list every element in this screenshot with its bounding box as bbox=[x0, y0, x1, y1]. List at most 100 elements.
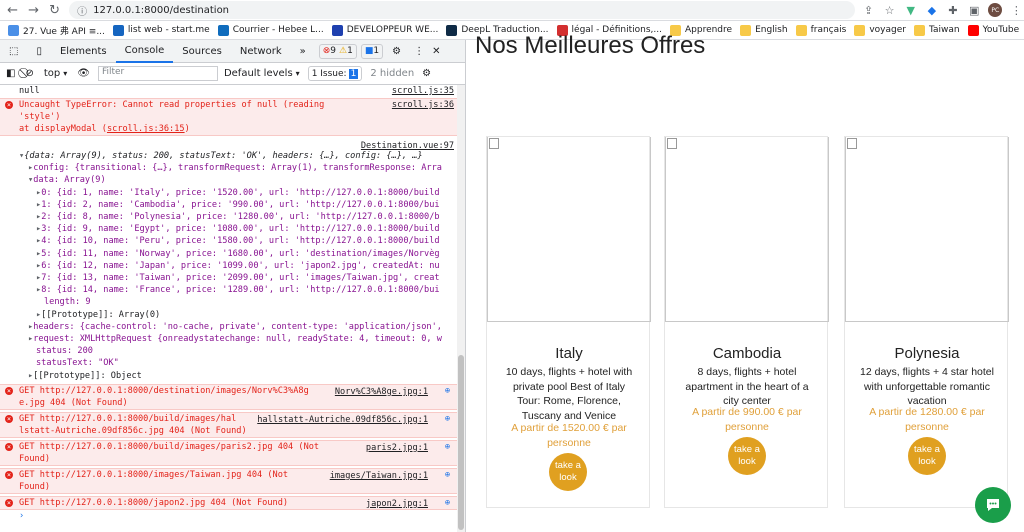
bookmark-label: français bbox=[810, 25, 847, 35]
network-icon[interactable]: ⊕ bbox=[445, 413, 450, 425]
puzzle-icon[interactable]: ✚ bbox=[945, 2, 960, 18]
menu-icon[interactable]: ⋮ bbox=[1009, 2, 1024, 18]
scrollbar-thumb[interactable] bbox=[458, 355, 464, 530]
obj-config[interactable]: ▸config: {transitional: {…}, transformRe… bbox=[0, 162, 458, 174]
data-row[interactable]: ▸3: {id: 9, name: 'Egypt', price: '1080.… bbox=[0, 223, 458, 235]
avatar[interactable]: PC bbox=[988, 2, 1003, 18]
offer-image bbox=[845, 137, 1009, 322]
network-icon[interactable]: ⊕ bbox=[445, 469, 450, 481]
data-row[interactable]: ▸0: {id: 1, name: 'Italy', price: '1520.… bbox=[0, 187, 458, 199]
take-a-look-button[interactable]: take a look bbox=[728, 437, 766, 475]
source-link[interactable]: Norv%C3%A8ge.jpg:1 bbox=[335, 386, 428, 398]
bookmark-item[interactable]: English bbox=[740, 24, 788, 36]
obj-prototype[interactable]: ▸[[Prototype]]: Object bbox=[0, 370, 458, 382]
obj-headers[interactable]: ▸headers: {cache-control: 'no-cache, pri… bbox=[0, 321, 458, 333]
data-row[interactable]: ▸8: {id: 14, name: 'France', price: '128… bbox=[0, 284, 458, 296]
inspect-icon[interactable]: ⬚ bbox=[0, 40, 27, 63]
console-settings-icon[interactable]: ⚙ bbox=[422, 68, 431, 79]
bookmark-icon bbox=[967, 24, 979, 36]
bookmark-icon bbox=[331, 24, 343, 36]
tab-elements[interactable]: Elements bbox=[51, 40, 116, 63]
filter-input[interactable]: Filter bbox=[97, 66, 218, 81]
bookmark-item[interactable]: list web - start.me bbox=[112, 24, 210, 36]
data-row[interactable]: ▸2: {id: 8, name: 'Polynesia', price: '1… bbox=[0, 211, 458, 223]
console-prompt[interactable]: › bbox=[0, 510, 458, 522]
browser-toolbar: ← → ↻ ⓘ 127.0.0.1:8000/destination ⇪ ☆ ▼… bbox=[0, 0, 1024, 21]
eye-icon[interactable]: 👁 bbox=[77, 68, 90, 79]
obj-request[interactable]: ▸request: XMLHttpRequest {onreadystatech… bbox=[0, 333, 458, 345]
sidepanel-icon[interactable]: ▣ bbox=[967, 2, 982, 18]
bookmark-item[interactable]: 27. Vue 弗 API ≡... bbox=[8, 24, 105, 37]
clear-console-icon[interactable]: ⃠⊘ bbox=[25, 68, 33, 79]
close-icon[interactable]: ✕ bbox=[428, 40, 444, 63]
levels-select[interactable]: Default levels bbox=[224, 68, 293, 79]
bookmark-label: voyager bbox=[869, 25, 906, 35]
object-summary[interactable]: ▾{data: Array(9), status: 200, statusTex… bbox=[0, 150, 458, 162]
offer-description: 12 days, flights + 4 star hotel with unf… bbox=[860, 366, 994, 407]
bookmark-label: YouTube bbox=[982, 25, 1020, 35]
source-link[interactable]: images/Taiwan.jpg:1 bbox=[330, 470, 428, 482]
bookmark-item[interactable]: YouTube bbox=[967, 24, 1020, 36]
network-icon[interactable]: ⊕ bbox=[445, 497, 450, 509]
context-select[interactable]: top bbox=[44, 68, 60, 79]
reload-icon[interactable]: ↻ bbox=[46, 1, 63, 19]
bookmark-label: English bbox=[755, 25, 788, 35]
error-icon: × bbox=[5, 101, 13, 109]
tab-sources[interactable]: Sources bbox=[173, 40, 231, 63]
devtools-menu-icon[interactable]: ⋮ bbox=[410, 40, 428, 63]
data-row[interactable]: ▸5: {id: 11, name: 'Norway', price: '168… bbox=[0, 248, 458, 260]
extension-icon[interactable]: ◆ bbox=[924, 2, 939, 18]
error-text: GET http://127.0.0.1:8000/destination/im… bbox=[19, 385, 309, 396]
bookmark-item[interactable]: DEVELOPPEUR WE... bbox=[331, 24, 439, 36]
sidebar-toggle-icon[interactable]: ◧ bbox=[6, 68, 15, 79]
source-link[interactable]: scroll.js:35 bbox=[392, 85, 454, 97]
take-a-look-button[interactable]: take a look bbox=[908, 437, 946, 475]
data-row[interactable]: ▸1: {id: 2, name: 'Cambodia', price: '99… bbox=[0, 199, 458, 211]
console-error: × Uncaught TypeError: Cannot read proper… bbox=[0, 98, 458, 136]
source-link[interactable]: paris2.jpg:1 bbox=[366, 442, 428, 454]
take-a-look-button[interactable]: take a look bbox=[549, 453, 587, 491]
error-count: 9 bbox=[330, 46, 337, 56]
error-text: e.jpg 404 (Not Found) bbox=[19, 398, 128, 409]
network-icon[interactable]: ⊕ bbox=[445, 385, 450, 397]
console-scrollbar[interactable] bbox=[457, 85, 465, 532]
data-row[interactable]: ▸7: {id: 13, name: 'Taiwan', price: '209… bbox=[0, 272, 458, 284]
star-icon[interactable]: ☆ bbox=[882, 2, 897, 18]
issues-button[interactable]: 1 Issue: 1 bbox=[307, 66, 363, 81]
tab-console[interactable]: Console bbox=[115, 40, 174, 63]
bookmark-item[interactable]: français bbox=[795, 24, 847, 36]
device-toggle-icon[interactable]: ▯ bbox=[27, 40, 51, 63]
info-badge[interactable]: ■ 1 bbox=[360, 43, 384, 59]
info-icon[interactable]: ⓘ bbox=[77, 3, 87, 18]
network-icon[interactable]: ⊕ bbox=[445, 441, 450, 453]
more-tabs-icon[interactable]: » bbox=[291, 40, 315, 63]
bookmark-label: Courrier - Hebee L... bbox=[232, 25, 324, 35]
obj-prototype[interactable]: ▸[[Prototype]]: Array(0) bbox=[0, 309, 458, 321]
address-bar[interactable]: ⓘ 127.0.0.1:8000/destination bbox=[69, 1, 855, 19]
source-link[interactable]: scroll.js:36 bbox=[392, 99, 454, 111]
back-icon[interactable]: ← bbox=[4, 1, 21, 19]
data-row[interactable]: ▸4: {id: 10, name: 'Peru', price: '1580.… bbox=[0, 235, 458, 247]
source-link[interactable]: Destination.vue:97 bbox=[361, 140, 454, 150]
bookmark-item[interactable]: voyager bbox=[854, 24, 906, 36]
error-warning-badge[interactable]: ⊗ 9 ⚠ 1 bbox=[318, 43, 357, 59]
obj-data[interactable]: ▾data: Array(9) bbox=[0, 174, 458, 186]
bookmark-item[interactable]: Taiwan bbox=[913, 24, 960, 36]
forward-icon[interactable]: → bbox=[25, 1, 42, 19]
error-icon: ⊗ bbox=[322, 46, 331, 56]
tab-network[interactable]: Network bbox=[231, 40, 291, 63]
trace-link[interactable]: scroll.js:36:15 bbox=[107, 124, 185, 134]
source-link[interactable]: hallstatt-Autriche.09df856c.jpg:1 bbox=[257, 414, 428, 426]
settings-gear-icon[interactable]: ⚙ bbox=[383, 40, 410, 63]
bookmark-label: DEVELOPPEUR WE... bbox=[346, 25, 439, 35]
offer-description: 8 days, flights + hotel apartment in the… bbox=[685, 366, 809, 407]
share-icon[interactable]: ⇪ bbox=[861, 2, 876, 18]
error-icon: × bbox=[5, 386, 13, 395]
data-row[interactable]: ▸6: {id: 12, name: 'Japan', price: '1099… bbox=[0, 260, 458, 272]
source-link[interactable]: japon2.jpg:1 bbox=[366, 498, 428, 509]
obj-statustext: statusText: "OK" bbox=[36, 358, 119, 369]
log-text: null bbox=[19, 86, 40, 96]
vue-extension-icon[interactable]: ▼ bbox=[903, 2, 918, 18]
chat-button[interactable] bbox=[975, 487, 1011, 523]
bookmark-item[interactable]: Courrier - Hebee L... bbox=[217, 24, 324, 36]
